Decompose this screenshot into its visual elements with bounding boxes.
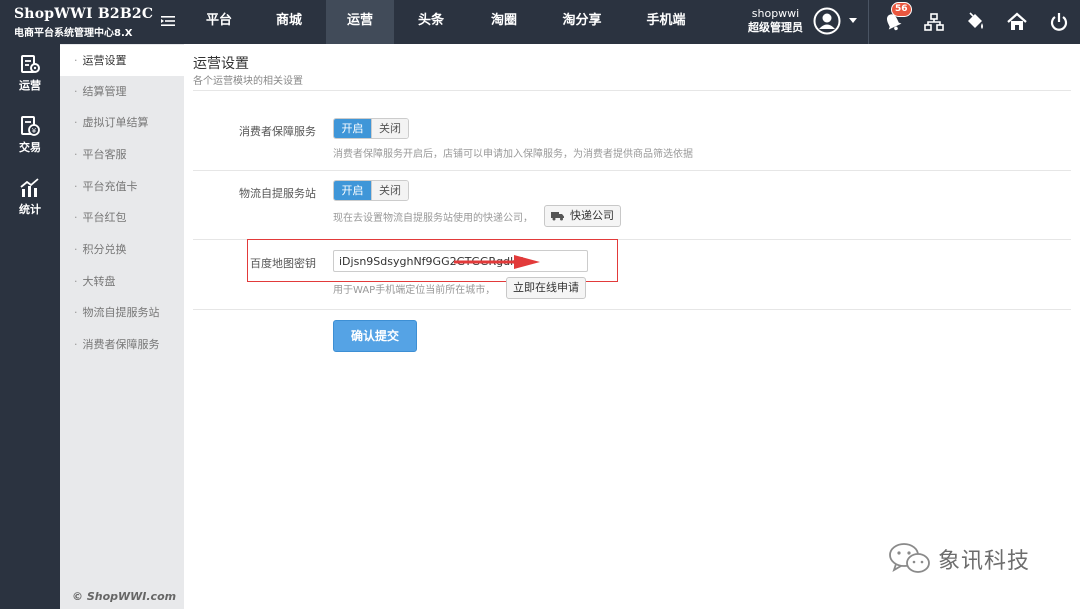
wechat-icon [889,543,930,573]
icon-rail: 运营 ¥ 交易 统计 [0,44,60,609]
submit-button[interactable]: 确认提交 [333,320,417,352]
user-role: 超级管理员 [748,21,803,34]
svg-text:¥: ¥ [32,127,37,135]
stats-icon [20,178,39,197]
divider [868,0,869,44]
watermark-text: 象讯科技 [938,549,1031,574]
nav-item-headlines[interactable]: 头条 [394,0,468,44]
brand-subtitle: 电商平台系统管理中心8.X [14,28,133,39]
submenu-item-consumer-guarantee[interactable]: 消费者保障服务 [60,329,184,360]
truck-icon [551,212,564,221]
divider [193,90,1071,91]
guarantee-on-button[interactable]: 开启 [334,119,371,138]
home-icon[interactable] [1006,11,1028,33]
courier-company-label: 快递公司 [570,209,614,222]
rail-label: 运营 [19,79,41,92]
rail-label: 统计 [19,203,41,216]
brand: ShopWWI B2B2C 电商平台系统管理中心8.X [14,6,153,39]
nav-item-mall[interactable]: 商城 [252,0,326,44]
avatar-icon[interactable] [813,7,841,35]
operations-icon [21,55,40,73]
top-bar: ShopWWI B2B2C 电商平台系统管理中心8.X 平台 商城 运营 头条 … [0,0,1080,44]
submenu-item-points-exchange[interactable]: 积分兑换 [60,234,184,265]
delivery-toggle: 开启 关闭 [333,180,409,201]
baidu-key-hint: 用于WAP手机端定位当前所在城市， [333,285,496,296]
divider [193,309,1071,310]
submenu-item-virtual-order-settlement[interactable]: 虚拟订单结算 [60,107,184,138]
sitemap-icon[interactable] [923,11,945,33]
chevron-down-icon[interactable] [849,18,857,23]
page-subtitle: 各个运营模块的相关设置 [193,76,303,87]
paint-bucket-icon[interactable] [964,11,986,33]
nav-item-operations[interactable]: 运营 [326,0,394,44]
baidu-key-label: 百度地图密钥 [250,257,316,270]
menu-toggle-icon[interactable] [161,14,175,28]
user-info[interactable]: shopwwi 超级管理员 [748,7,803,35]
rail-label: 交易 [19,141,41,154]
rail-item-operations[interactable]: 运营 [0,44,60,104]
submenu-item-red-packet[interactable]: 平台红包 [60,202,184,233]
watermark: 象讯科技 [888,541,1030,577]
courier-company-button[interactable]: 快递公司 [544,205,621,227]
submenu-item-pickup-station[interactable]: 物流自提服务站 [60,297,184,328]
brand-name: ShopWWI B2B2C [14,6,154,22]
user-name: shopwwi [751,7,800,20]
notification-badge: 56 [891,2,912,17]
apply-online-button[interactable]: 立即在线申请 [506,277,586,299]
guarantee-off-button[interactable]: 关闭 [371,119,408,138]
nav-item-mobile[interactable]: 手机端 [624,0,708,44]
copyright: © ShopWWI.com [72,590,177,603]
rail-item-stats[interactable]: 统计 [0,168,60,228]
guarantee-hint: 消费者保障服务开启后，店铺可以申请加入保障服务，为消费者提供商品筛选依据 [333,149,693,160]
trade-icon: ¥ [21,116,40,136]
submenu-item-customer-service[interactable]: 平台客服 [60,139,184,170]
main-content: 运营设置 各个运营模块的相关设置 消费者保障服务 开启 关闭 消费者保障服务开启… [184,44,1080,609]
rail-item-trade[interactable]: ¥ 交易 [0,106,60,166]
page-title: 运营设置 [193,56,249,72]
arrow-annotation [454,255,540,269]
main-nav: 平台 商城 运营 头条 淘圈 淘分享 手机端 [186,0,708,44]
submenu-item-operations-settings[interactable]: 运营设置 [60,45,190,76]
submenu-item-recharge-card[interactable]: 平台充值卡 [60,171,184,202]
sub-menu: 运营设置 结算管理 虚拟订单结算 平台客服 平台充值卡 平台红包 积分兑换 大转… [60,44,190,609]
nav-item-share[interactable]: 淘分享 [540,0,624,44]
power-icon[interactable] [1048,11,1070,33]
delivery-label: 物流自提服务站 [239,187,316,200]
guarantee-label: 消费者保障服务 [239,125,316,138]
delivery-off-button[interactable]: 关闭 [371,181,408,200]
delivery-on-button[interactable]: 开启 [334,181,371,200]
delivery-hint: 现在去设置物流自提服务站使用的快递公司， [333,213,533,224]
guarantee-toggle: 开启 关闭 [333,118,409,139]
nav-item-platform[interactable]: 平台 [186,0,252,44]
submenu-item-lucky-wheel[interactable]: 大转盘 [60,266,184,297]
nav-item-circle[interactable]: 淘圈 [468,0,540,44]
divider [193,170,1071,171]
submenu-item-settlement[interactable]: 结算管理 [60,76,184,107]
